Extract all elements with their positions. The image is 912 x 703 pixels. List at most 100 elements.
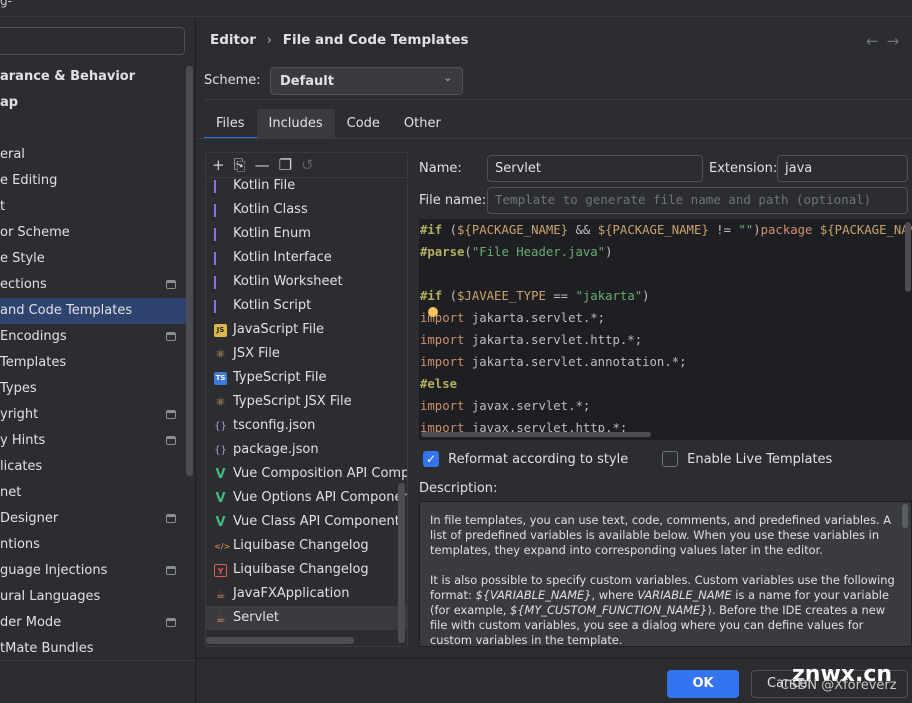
sidebar-item[interactable]: Templates xyxy=(0,350,192,376)
sidebar-item[interactable]: or Scheme xyxy=(0,220,192,246)
back-arrow-icon[interactable]: ← xyxy=(866,32,887,50)
lightbulb-icon[interactable] xyxy=(428,307,438,317)
template-list-item[interactable]: K Kotlin Class xyxy=(206,198,407,222)
template-code-editor[interactable]: #if (${PACKAGE_NAME} && ${PACKAGE_NAME} … xyxy=(419,219,912,440)
breadcrumb-editor[interactable]: Editor xyxy=(210,32,256,48)
sidebar-item[interactable]: arance & Behavior xyxy=(0,64,192,90)
sidebar-item[interactable] xyxy=(0,116,192,142)
sidebar-item[interactable]: and Code Templates xyxy=(0,298,192,324)
sidebar-item[interactable]: Encodings xyxy=(0,324,192,350)
template-label: package.json xyxy=(233,442,319,457)
template-list-item[interactable]: ⚛ JSX File xyxy=(206,342,407,366)
extension-input[interactable]: java xyxy=(777,155,908,182)
settings-search-input[interactable] xyxy=(0,27,185,55)
list-vertical-scrollbar[interactable] xyxy=(398,483,405,643)
template-list-item[interactable]: JS JavaScript File xyxy=(206,318,407,342)
template-list-item[interactable]: V Vue Options API Component xyxy=(206,486,407,510)
sidebar-item[interactable]: licates xyxy=(0,454,192,480)
code-vertical-scrollbar[interactable] xyxy=(905,222,911,292)
sidebar-item[interactable]: y Hints xyxy=(0,428,192,454)
sidebar-item[interactable]: ural Languages xyxy=(0,584,192,610)
project-settings-icon xyxy=(166,436,176,445)
sidebar-item-label: ap xyxy=(0,95,19,110)
template-label: JavaScript File xyxy=(233,322,325,337)
template-list-item[interactable]: TS TypeScript File xyxy=(206,366,407,390)
project-settings-icon xyxy=(166,566,176,575)
sidebar-item[interactable]: e Style xyxy=(0,246,192,272)
sidebar-item-label: licates xyxy=(0,459,43,474)
sidebar-item[interactable]: ap xyxy=(0,90,192,116)
react-icon: ⚛ xyxy=(215,346,226,361)
chevron-right-icon: › xyxy=(266,32,273,48)
reformat-checkbox[interactable]: ✓ xyxy=(423,451,439,467)
sidebar-item[interactable]: ections xyxy=(0,272,192,298)
template-list-item[interactable]: K Kotlin File xyxy=(206,174,407,198)
template-list-item[interactable]: ☕ JavaFXApplication xyxy=(206,582,407,606)
sidebar-item[interactable]: Designer xyxy=(0,506,192,532)
vue-icon: V xyxy=(215,514,226,530)
template-list-item[interactable]: V Vue Composition API Component xyxy=(206,462,407,486)
tab-other[interactable]: Other xyxy=(392,109,453,139)
template-list-item[interactable]: Y Liquibase Changelog xyxy=(206,558,407,582)
add-icon[interactable]: + xyxy=(212,156,225,174)
template-label: Liquibase Changelog xyxy=(233,562,369,577)
template-label: Kotlin Interface xyxy=(233,250,332,265)
copy-icon[interactable]: ❐ xyxy=(279,156,292,174)
template-label: JavaFXApplication xyxy=(233,586,350,601)
yaml-icon: Y xyxy=(214,563,227,577)
live-templates-checkbox[interactable] xyxy=(662,451,678,467)
description-scrollbar[interactable] xyxy=(902,504,908,528)
sidebar-item[interactable]: t xyxy=(0,194,192,220)
template-list-item[interactable]: {} package.json xyxy=(206,438,407,462)
template-label: TypeScript JSX File xyxy=(233,394,352,409)
sidebar-item[interactable]: guage Injections xyxy=(0,558,192,584)
project-settings-icon xyxy=(166,332,176,341)
scheme-value: Default xyxy=(280,74,334,89)
filename-input[interactable]: Template to generate file name and path … xyxy=(487,187,908,214)
live-templates-label: Enable Live Templates xyxy=(687,451,833,467)
scheme-dropdown[interactable]: Default ⌄ xyxy=(270,67,463,95)
add-child-icon[interactable]: ⎘ xyxy=(234,156,246,174)
sidebar-item[interactable]: Types xyxy=(0,376,192,402)
sidebar-item[interactable]: tMate Bundles xyxy=(0,636,192,662)
sidebar-item[interactable]: ntions xyxy=(0,532,192,558)
tab-code[interactable]: Code xyxy=(335,109,392,139)
tab-includes[interactable]: Includes xyxy=(256,109,335,139)
sidebar-item[interactable]: net xyxy=(0,480,192,506)
template-list-item[interactable]: K Kotlin Interface xyxy=(206,246,407,270)
sidebar-item[interactable]: der Mode xyxy=(0,610,192,636)
reformat-option[interactable]: ✓ Reformat according to style xyxy=(423,451,628,467)
reset-icon[interactable]: ↺ xyxy=(301,156,314,174)
template-label: tsconfig.json xyxy=(233,418,316,433)
ok-button[interactable]: OK xyxy=(667,670,739,698)
window-title: g- xyxy=(0,0,12,8)
sidebar-item[interactable]: yright xyxy=(0,402,192,428)
sidebar-item[interactable]: e Editing xyxy=(0,168,192,194)
sidebar-item-label: net xyxy=(0,485,22,500)
tab-files[interactable]: Files xyxy=(204,109,257,139)
sidebar-item[interactable]: eral xyxy=(0,142,192,168)
template-list-item[interactable]: K Kotlin Enum xyxy=(206,222,407,246)
template-list-item[interactable]: ☕ Servlet xyxy=(206,606,407,630)
sidebar-item-label: Designer xyxy=(0,511,59,526)
template-list-item[interactable]: K Kotlin Worksheet xyxy=(206,270,407,294)
template-list-item[interactable]: {} tsconfig.json xyxy=(206,414,407,438)
code-horizontal-scrollbar[interactable] xyxy=(421,432,651,437)
divider xyxy=(196,658,912,659)
extension-label: Extension: xyxy=(709,161,778,176)
template-label: Servlet xyxy=(233,610,279,625)
template-list-item[interactable]: V Vue Class API Component xyxy=(206,510,407,534)
template-label: Kotlin File xyxy=(233,178,296,193)
name-input[interactable]: Servlet xyxy=(487,155,703,182)
template-list-item[interactable]: </> Liquibase Changelog xyxy=(206,534,407,558)
template-list-item[interactable]: K Kotlin Script xyxy=(206,294,407,318)
forward-arrow-icon[interactable]: → xyxy=(887,32,908,50)
list-horizontal-scrollbar[interactable] xyxy=(206,637,354,644)
live-templates-option[interactable]: Enable Live Templates xyxy=(662,451,832,467)
sidebar-item-label: yright xyxy=(0,407,39,422)
sidebar-scrollbar[interactable] xyxy=(186,66,193,476)
remove-icon[interactable]: — xyxy=(255,156,270,174)
title-bar: g- xyxy=(0,0,912,17)
template-list-item[interactable]: ⚛ TypeScript JSX File xyxy=(206,390,407,414)
project-settings-icon xyxy=(166,514,176,523)
